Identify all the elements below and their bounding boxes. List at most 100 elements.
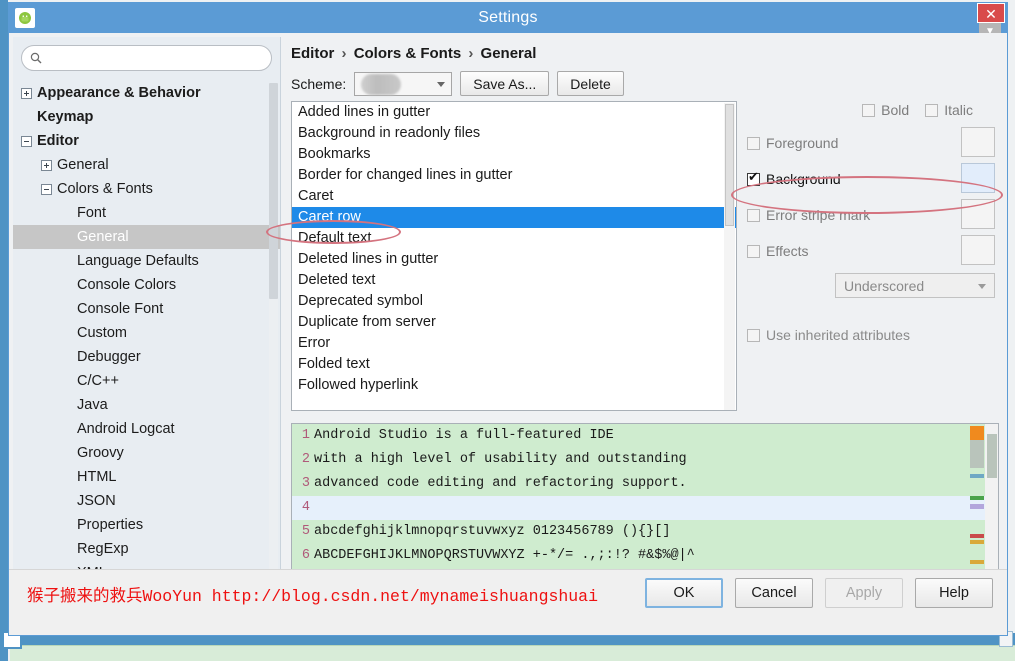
- stripe-mark[interactable]: [970, 496, 984, 500]
- settings-dialog: Settings ✕ ▼ Appearance & Behavior Keymap: [8, 2, 1008, 636]
- effects-checkbox[interactable]: [747, 244, 760, 258]
- breadcrumb-part-2[interactable]: Colors & Fonts: [354, 45, 462, 62]
- scheme-select[interactable]: [354, 71, 453, 96]
- bold-checkbox-row[interactable]: Bold: [862, 95, 909, 125]
- color-list-item[interactable]: Caret: [292, 186, 736, 207]
- stripe-mark[interactable]: [970, 474, 984, 478]
- color-list-item[interactable]: Bookmarks: [292, 144, 736, 165]
- italic-checkbox-row[interactable]: Italic: [925, 95, 973, 125]
- search-icon: [30, 52, 42, 64]
- bold-checkbox[interactable]: [862, 103, 876, 117]
- stripe-mark[interactable]: [970, 534, 984, 538]
- color-settings-list[interactable]: Added lines in gutter Background in reado…: [291, 101, 737, 411]
- sidebar-item-keymap[interactable]: Keymap: [13, 105, 280, 129]
- sidebar-item-custom[interactable]: Custom: [13, 321, 280, 345]
- sidebar-item-label: Appearance & Behavior: [37, 85, 201, 101]
- sidebar-scrollbar[interactable]: [269, 83, 278, 591]
- effect-type-select[interactable]: Underscored: [835, 273, 995, 298]
- sidebar-item-console-colors[interactable]: Console Colors: [13, 273, 280, 297]
- line-number: 2: [301, 452, 310, 467]
- expand-icon[interactable]: [21, 87, 32, 99]
- color-list-item[interactable]: Deleted lines in gutter: [292, 249, 736, 270]
- footer-buttons: OK Cancel Apply Help: [645, 578, 993, 608]
- error-stripe-column[interactable]: [970, 424, 984, 580]
- close-icon[interactable]: ✕: [977, 3, 1005, 23]
- sidebar-item-java[interactable]: Java: [13, 393, 280, 417]
- sidebar-item-console-font[interactable]: Console Font: [13, 297, 280, 321]
- preview-pane: 1 Android Studio is a full-featured IDE 2 w…: [291, 423, 999, 581]
- italic-checkbox[interactable]: [925, 103, 939, 117]
- color-list-scrollbar-thumb[interactable]: [725, 104, 734, 226]
- sidebar-item-label: C/C++: [77, 373, 119, 389]
- color-list-item[interactable]: Added lines in gutter: [292, 102, 736, 123]
- color-list-item[interactable]: Duplicate from server: [292, 312, 736, 333]
- color-list-item[interactable]: Border for changed lines in gutter: [292, 165, 736, 186]
- background-checkbox[interactable]: [747, 170, 760, 186]
- sidebar-item-label: Groovy: [77, 445, 124, 461]
- sidebar-item-c-c[interactable]: C/C++: [13, 369, 280, 393]
- help-button[interactable]: Help: [915, 578, 993, 608]
- expand-icon[interactable]: [41, 159, 52, 171]
- error-stripe-color-swatch[interactable]: [961, 199, 995, 229]
- collapse-icon[interactable]: [41, 183, 52, 195]
- breadcrumb-part-1[interactable]: Editor: [291, 45, 334, 62]
- color-list-item[interactable]: Background in readonly files: [292, 123, 736, 144]
- sidebar-item-editor[interactable]: Editor: [13, 129, 280, 153]
- italic-label: Italic: [944, 102, 973, 118]
- color-list-scrollbar[interactable]: [724, 103, 735, 410]
- error-stripe-checkbox-row[interactable]: Error stripe mark: [747, 200, 870, 230]
- background-checkbox-row[interactable]: Background: [747, 164, 841, 194]
- sidebar-item-general[interactable]: General: [13, 153, 280, 177]
- color-list-item[interactable]: Followed hyperlink: [292, 375, 736, 396]
- search-input[interactable]: [48, 47, 249, 69]
- sidebar-item-general[interactable]: General: [13, 225, 280, 249]
- use-inherited-checkbox-row[interactable]: Use inherited attributes: [747, 327, 910, 343]
- foreground-checkbox-row[interactable]: Foreground: [747, 128, 838, 158]
- preview-line-text: with a high level of usability and outst…: [314, 452, 687, 467]
- line-number: 3: [301, 476, 310, 491]
- color-list-item[interactable]: Folded text: [292, 354, 736, 375]
- foreground-checkbox[interactable]: [747, 136, 760, 150]
- color-list-item[interactable]: Deleted text: [292, 270, 736, 291]
- sidebar-item-appearance-behavior[interactable]: Appearance & Behavior: [13, 81, 280, 105]
- sidebar-item-json[interactable]: JSON: [13, 489, 280, 513]
- collapse-icon[interactable]: [21, 135, 32, 147]
- stripe-mark[interactable]: [970, 504, 984, 509]
- stripe-mark[interactable]: [970, 440, 984, 468]
- sidebar-scrollbar-thumb[interactable]: [269, 83, 278, 299]
- dialog-footer: 猴子搬来的救兵WooYun http://blog.csdn.net/mynam…: [9, 569, 1007, 635]
- stripe-mark[interactable]: [970, 560, 984, 564]
- save-as-button[interactable]: Save As...: [460, 71, 550, 96]
- color-list-item[interactable]: Error: [292, 333, 736, 354]
- color-list-item[interactable]: Caret row: [292, 207, 736, 228]
- search-box[interactable]: [21, 45, 272, 71]
- sidebar-item-properties[interactable]: Properties: [13, 513, 280, 537]
- sidebar-item-debugger[interactable]: Debugger: [13, 345, 280, 369]
- stripe-mark[interactable]: [970, 426, 984, 440]
- effects-checkbox-row[interactable]: Effects: [747, 236, 809, 266]
- stripe-mark[interactable]: [970, 540, 984, 544]
- foreground-color-swatch[interactable]: [961, 127, 995, 157]
- preview-scrollbar-thumb[interactable]: [987, 434, 997, 478]
- sidebar-item-android-logcat[interactable]: Android Logcat: [13, 417, 280, 441]
- sidebar-item-colors-fonts[interactable]: Colors & Fonts: [13, 177, 280, 201]
- delete-button[interactable]: Delete: [557, 71, 624, 96]
- sidebar-item-groovy[interactable]: Groovy: [13, 441, 280, 465]
- sidebar-item-label: Java: [77, 397, 108, 413]
- color-list-item[interactable]: Deprecated symbol: [292, 291, 736, 312]
- effects-color-swatch[interactable]: [961, 235, 995, 265]
- cancel-button[interactable]: Cancel: [735, 578, 813, 608]
- use-inherited-checkbox[interactable]: [747, 328, 760, 342]
- ok-button[interactable]: OK: [645, 578, 723, 608]
- sidebar-item-html[interactable]: HTML: [13, 465, 280, 489]
- breadcrumb-separator-2: ›: [468, 45, 474, 62]
- error-stripe-checkbox[interactable]: [747, 208, 760, 222]
- sidebar-item-regexp[interactable]: RegExp: [13, 537, 280, 561]
- background-color-swatch[interactable]: [961, 163, 995, 193]
- sidebar-item-font[interactable]: Font: [13, 201, 280, 225]
- preview-scrollbar[interactable]: [985, 424, 998, 580]
- scheme-value-redaction: [361, 73, 402, 95]
- sidebar-item-language-defaults[interactable]: Language Defaults: [13, 249, 280, 273]
- preview-code: 1 Android Studio is a full-featured IDE 2 w…: [292, 424, 998, 568]
- color-list-item[interactable]: Default text: [292, 228, 736, 249]
